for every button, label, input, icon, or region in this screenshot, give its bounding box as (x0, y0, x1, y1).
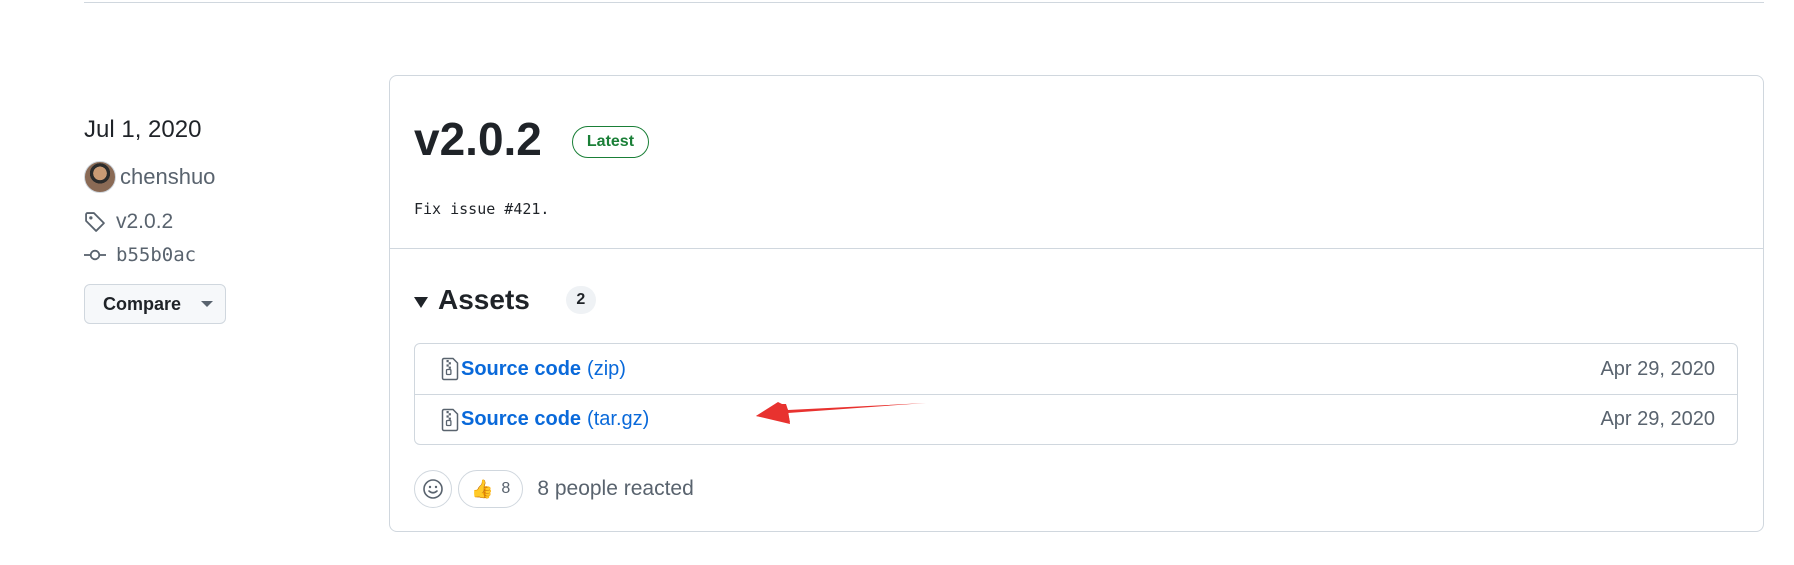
tag-name[interactable]: v2.0.2 (116, 210, 173, 234)
assets-count-badge: 2 (565, 286, 596, 314)
smiley-icon (423, 479, 443, 499)
card-divider (390, 248, 1763, 249)
commit-sha[interactable]: b55b0ac (116, 244, 196, 266)
assets-title: Assets (438, 284, 530, 315)
release-title[interactable]: v2.0.2 (414, 112, 542, 166)
reactions-summary: 8 people reacted (537, 477, 694, 500)
assets-list: Source code (zip) Apr 29, 2020 Source co… (414, 343, 1738, 445)
thumbs-up-icon: 👍 (471, 478, 494, 500)
release-tag[interactable]: v2.0.2 (84, 210, 173, 234)
asset-date-zip: Apr 29, 2020 (1600, 357, 1715, 380)
asset-date-targz: Apr 29, 2020 (1600, 408, 1715, 430)
reactions-bar: 👍 8 8 people reacted (414, 470, 694, 508)
top-divider (84, 2, 1764, 3)
thumbs-up-reaction[interactable]: 👍 8 (458, 470, 524, 508)
file-zip-icon (441, 408, 459, 431)
tag-icon (85, 212, 105, 232)
asset-link-targz[interactable]: Source code (461, 408, 581, 431)
asset-link-zip[interactable]: Source code (461, 358, 581, 381)
chevron-down-icon (201, 301, 214, 307)
compare-button-label: Compare (103, 293, 182, 314)
author-name[interactable]: chenshuo (120, 164, 215, 190)
release-card: v2.0.2 Latest Fix issue #421. Assets 2 S… (389, 75, 1764, 532)
latest-badge: Latest (571, 126, 650, 158)
git-commit-icon (84, 249, 106, 261)
release-notes: Fix issue #421. (414, 200, 550, 218)
assets-toggle[interactable]: Assets 2 (414, 284, 596, 316)
compare-button[interactable]: Compare (84, 284, 226, 324)
author-avatar[interactable] (84, 161, 116, 193)
release-author[interactable]: chenshuo (84, 161, 215, 193)
release-date: Jul 1, 2020 (84, 116, 202, 143)
asset-ext-targz[interactable]: (tar.gz) (587, 408, 649, 431)
file-zip-icon (441, 357, 459, 381)
asset-row-zip: Source code (zip) Apr 29, 2020 (415, 344, 1737, 394)
triangle-down-icon (414, 296, 428, 308)
add-reaction-button[interactable] (414, 470, 452, 508)
thumbs-up-count: 8 (501, 480, 511, 497)
release-commit[interactable]: b55b0ac (84, 244, 196, 266)
release-header: v2.0.2 Latest (414, 112, 650, 166)
asset-ext-zip[interactable]: (zip) (587, 358, 626, 381)
asset-row-targz: Source code (tar.gz) Apr 29, 2020 (415, 394, 1737, 444)
